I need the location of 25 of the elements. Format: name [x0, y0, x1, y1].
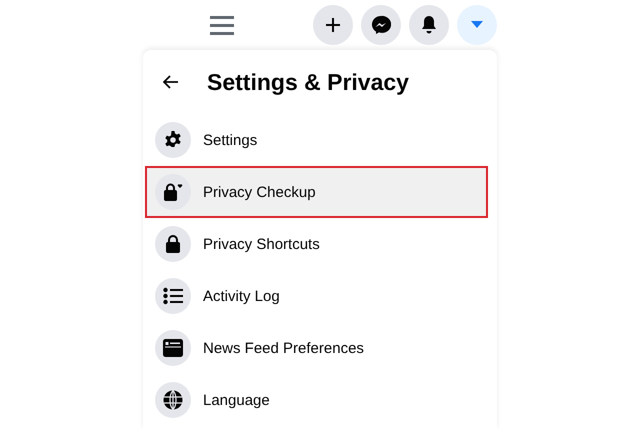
plus-icon: [325, 17, 341, 33]
caret-icon: [471, 21, 483, 29]
back-button[interactable]: [163, 75, 179, 89]
panel-title: Settings & Privacy: [207, 68, 409, 96]
notifications-button[interactable]: [409, 5, 449, 45]
account-button[interactable]: [457, 5, 497, 45]
menu-item[interactable]: Language: [145, 374, 488, 426]
create-button[interactable]: [313, 5, 353, 45]
menu-item[interactable]: Settings: [145, 114, 488, 166]
bell-icon: [420, 15, 438, 35]
lock-heart-icon: [162, 182, 184, 202]
menu-item[interactable]: News Feed Preferences: [145, 322, 488, 374]
menu-item[interactable]: Privacy Shortcuts: [145, 218, 488, 270]
menu-item[interactable]: Privacy Checkup: [145, 166, 488, 218]
back-arrow-icon: [163, 75, 179, 89]
messenger-button[interactable]: [361, 5, 401, 45]
menu-item[interactable]: Activity Log: [145, 270, 488, 322]
list-icon: [163, 287, 183, 305]
lock-icon: [164, 234, 182, 254]
menu-icon: [210, 15, 234, 35]
gear-icon: [163, 130, 183, 150]
feed-icon: [163, 339, 183, 357]
globe-icon: [163, 390, 183, 410]
messenger-icon: [371, 15, 391, 35]
menu-button[interactable]: [210, 15, 234, 35]
